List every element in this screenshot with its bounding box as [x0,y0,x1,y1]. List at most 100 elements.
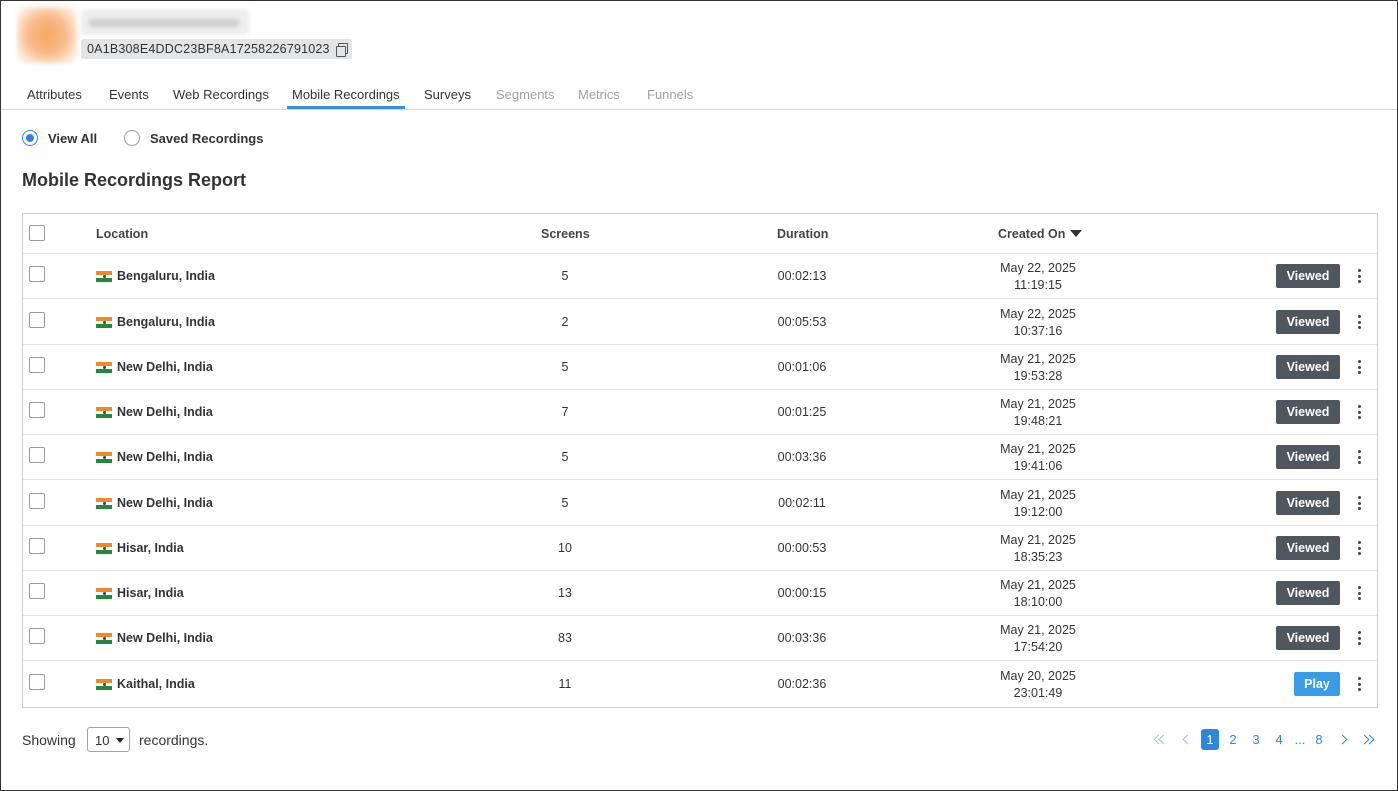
last-page-icon[interactable] [1359,729,1375,750]
column-header-screens[interactable]: Screens [541,227,590,241]
tab-bar: Attributes Events Web Recordings Mobile … [1,83,1397,110]
more-options-icon[interactable] [1355,495,1363,511]
more-options-icon[interactable] [1355,404,1363,420]
table-row: New Delhi, India 7 00:01:25 May 21, 2025… [23,390,1377,435]
india-flag-icon [96,678,112,690]
tab-surveys[interactable]: Surveys [424,87,471,102]
row-checkbox[interactable] [29,266,45,282]
location-cell: Kaithal, India [96,677,195,691]
duration-cell: 00:03:36 [777,450,827,464]
viewed-button[interactable]: Viewed [1276,400,1340,424]
prev-page-icon[interactable] [1181,729,1193,750]
created-date: May 21, 2025 [1000,397,1076,411]
page-ellipsis: ... [1294,732,1306,747]
more-options-icon[interactable] [1355,540,1363,556]
created-date: May 22, 2025 [1000,261,1076,275]
row-checkbox[interactable] [29,628,45,644]
page-size-select[interactable]: 10 [87,727,130,752]
view-all-option[interactable]: View All [22,130,97,146]
table-row: New Delhi, India 5 00:03:36 May 21, 2025… [23,435,1377,480]
view-all-label: View All [48,130,98,146]
first-page-icon[interactable] [1153,729,1169,750]
location-text: Bengaluru, India [117,315,215,329]
location-text: New Delhi, India [117,631,213,645]
page-link-1[interactable]: 1 [1201,729,1219,750]
row-checkbox[interactable] [29,583,45,599]
column-header-duration[interactable]: Duration [777,227,828,241]
india-flag-icon [96,632,112,644]
more-options-icon[interactable] [1355,676,1363,692]
screens-cell: 5 [561,269,569,283]
viewed-button[interactable]: Viewed [1276,310,1340,334]
created-time: 19:12:00 [1013,505,1063,519]
location-cell: Hisar, India [96,541,184,555]
table-row: New Delhi, India 5 00:01:06 May 21, 2025… [23,345,1377,390]
tab-attributes[interactable]: Attributes [27,87,82,102]
play-button[interactable]: Play [1294,672,1340,696]
more-options-icon[interactable] [1355,630,1363,646]
view-all-radio[interactable] [22,130,38,146]
tab-mobile-recordings[interactable]: Mobile Recordings [292,87,400,102]
row-checkbox[interactable] [29,357,45,373]
tab-web-recordings[interactable]: Web Recordings [173,87,269,102]
select-all-checkbox[interactable] [29,225,45,241]
duration-cell: 00:01:06 [777,360,827,374]
page-size-value: 10 [95,733,110,748]
row-checkbox[interactable] [29,447,45,463]
viewed-button[interactable]: Viewed [1276,264,1340,288]
india-flag-icon [96,316,112,328]
duration-cell: 00:00:15 [777,586,827,600]
created-time: 10:37:16 [1013,324,1063,338]
user-name-redacted [81,9,249,35]
table-row: Bengaluru, India 2 00:05:53 May 22, 2025… [23,300,1377,345]
duration-cell: 00:02:36 [777,677,827,691]
row-checkbox[interactable] [29,402,45,418]
row-checkbox[interactable] [29,674,45,690]
sort-desc-icon[interactable] [1070,230,1083,237]
viewed-button[interactable]: Viewed [1276,581,1340,605]
more-options-icon[interactable] [1355,268,1363,284]
location-text: New Delhi, India [117,405,213,419]
table-row: Hisar, India 10 00:00:53 May 21, 2025 18… [23,526,1377,571]
column-header-created-on[interactable]: Created On [998,227,1083,241]
row-checkbox[interactable] [29,312,45,328]
viewed-button[interactable]: Viewed [1276,445,1340,469]
more-options-icon[interactable] [1355,585,1363,601]
next-page-icon[interactable] [1336,729,1348,750]
viewed-button[interactable]: Viewed [1276,491,1340,515]
tab-events[interactable]: Events [109,87,149,102]
duration-cell: 00:03:36 [777,631,827,645]
row-checkbox[interactable] [29,538,45,554]
location-text: New Delhi, India [117,496,213,510]
viewed-button[interactable]: Viewed [1276,626,1340,650]
duration-cell: 00:01:25 [777,405,827,419]
page-link-4[interactable]: 4 [1272,729,1286,750]
copy-icon[interactable] [335,43,348,57]
user-id-text: 0A1B308E4DDC23BF8A17258226791023 [87,42,330,56]
duration-cell: 00:02:11 [778,496,826,510]
viewed-button[interactable]: Viewed [1276,355,1340,379]
created-date: May 21, 2025 [1000,352,1076,366]
more-options-icon[interactable] [1355,359,1363,375]
created-time: 17:54:20 [1013,640,1063,654]
created-date: May 21, 2025 [1000,442,1076,456]
recordings-label: recordings. [139,732,209,748]
created-time: 18:10:00 [1013,595,1063,609]
row-checkbox[interactable] [29,493,45,509]
location-cell: New Delhi, India [96,496,213,510]
screens-cell: 83 [558,631,572,645]
saved-recordings-radio[interactable] [124,130,140,146]
table-header: Location Screens Duration Created On [23,214,1377,254]
page-link-3[interactable]: 3 [1249,729,1263,750]
viewed-button[interactable]: Viewed [1276,536,1340,560]
location-text: Hisar, India [117,586,184,600]
more-options-icon[interactable] [1355,449,1363,465]
screens-cell: 2 [561,315,569,329]
saved-recordings-option[interactable]: Saved Recordings [124,130,263,146]
column-header-location[interactable]: Location [96,227,148,241]
screens-cell: 13 [558,586,572,600]
page-link-8[interactable]: 8 [1312,729,1326,750]
more-options-icon[interactable] [1355,314,1363,330]
tab-segments: Segments [496,87,555,102]
page-link-2[interactable]: 2 [1226,729,1240,750]
